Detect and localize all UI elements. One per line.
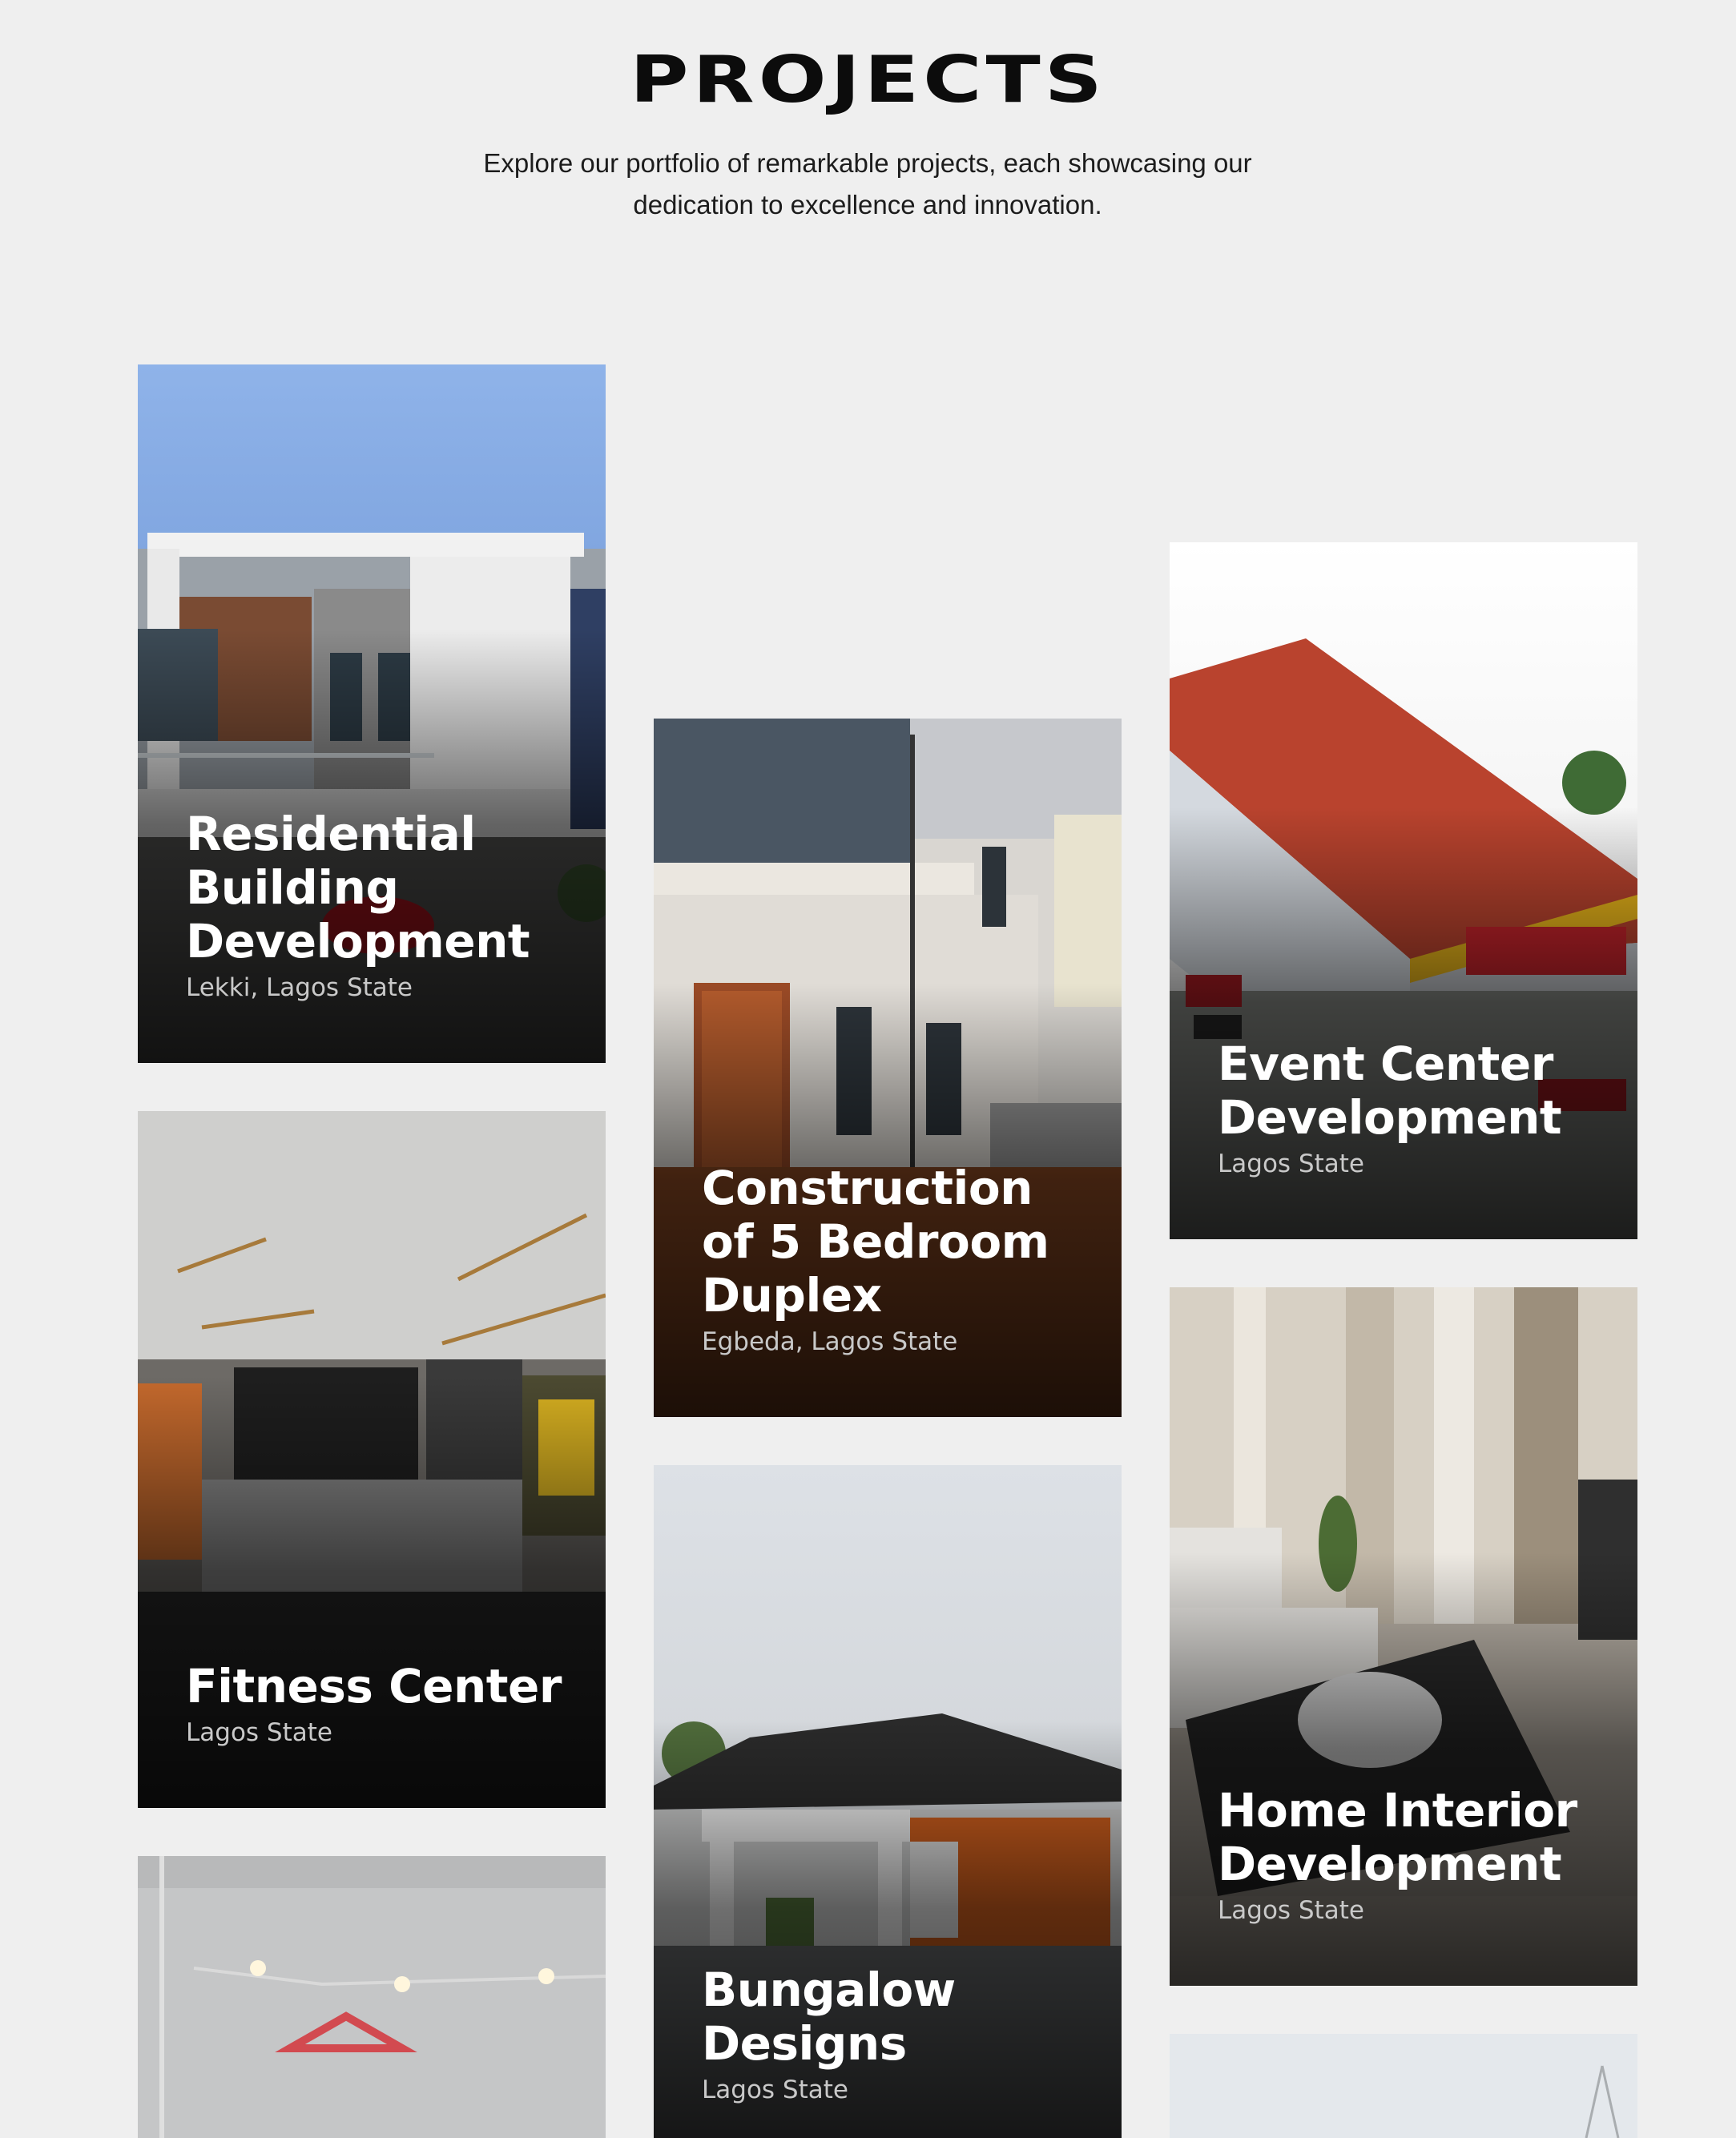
project-location: Lagos State xyxy=(186,1718,332,1747)
project-card-fitness-center[interactable]: Fitness Center Lagos State xyxy=(138,1111,606,1808)
project-card-partial-left[interactable] xyxy=(138,1856,606,2138)
project-location: Lagos State xyxy=(1218,1150,1364,1178)
project-card-event-center[interactable]: Event Center Development Lagos State xyxy=(1170,542,1637,1239)
project-location: Lekki, Lagos State xyxy=(186,973,413,1002)
project-title: Home Interior Development xyxy=(1218,1783,1577,1891)
project-caption: Home Interior Development Lagos State xyxy=(1218,1784,1605,1927)
project-card-home-interior[interactable]: Home Interior Development Lagos State xyxy=(1170,1287,1637,1986)
project-image-partial-right xyxy=(1170,2034,1637,2138)
project-title: Fitness Center xyxy=(186,1659,562,1713)
project-card-duplex[interactable]: Construction of 5 Bedroom Duplex Egbeda,… xyxy=(654,719,1122,1417)
project-title: Event Center Development xyxy=(1218,1037,1562,1145)
project-caption: Residential Building Development Lekki, … xyxy=(186,807,574,1004)
project-image-partial-left xyxy=(138,1856,606,2138)
project-card-residential[interactable]: Residential Building Development Lekki, … xyxy=(138,364,606,1063)
project-caption: Fitness Center Lagos State xyxy=(186,1660,574,1749)
project-caption: Event Center Development Lagos State xyxy=(1218,1037,1605,1180)
project-card-partial-right[interactable] xyxy=(1170,2034,1637,2138)
project-title: Bungalow Designs xyxy=(702,1963,956,2071)
project-location: Lagos State xyxy=(1218,1896,1364,1925)
project-caption: Bungalow Designs Lagos State xyxy=(702,1963,1090,2106)
page-subtitle: Explore our portfolio of remarkable proj… xyxy=(483,148,1252,219)
project-caption: Construction of 5 Bedroom Duplex Egbeda,… xyxy=(702,1162,1090,1358)
project-title: Residential Building Development xyxy=(186,807,530,968)
project-location: Lagos State xyxy=(702,2076,848,2104)
project-location: Egbeda, Lagos State xyxy=(702,1327,958,1356)
project-title: Construction of 5 Bedroom Duplex xyxy=(702,1161,1049,1323)
page-title: PROJECTS xyxy=(630,42,1106,117)
project-card-bungalow[interactable]: Bungalow Designs Lagos State xyxy=(654,1465,1122,2138)
